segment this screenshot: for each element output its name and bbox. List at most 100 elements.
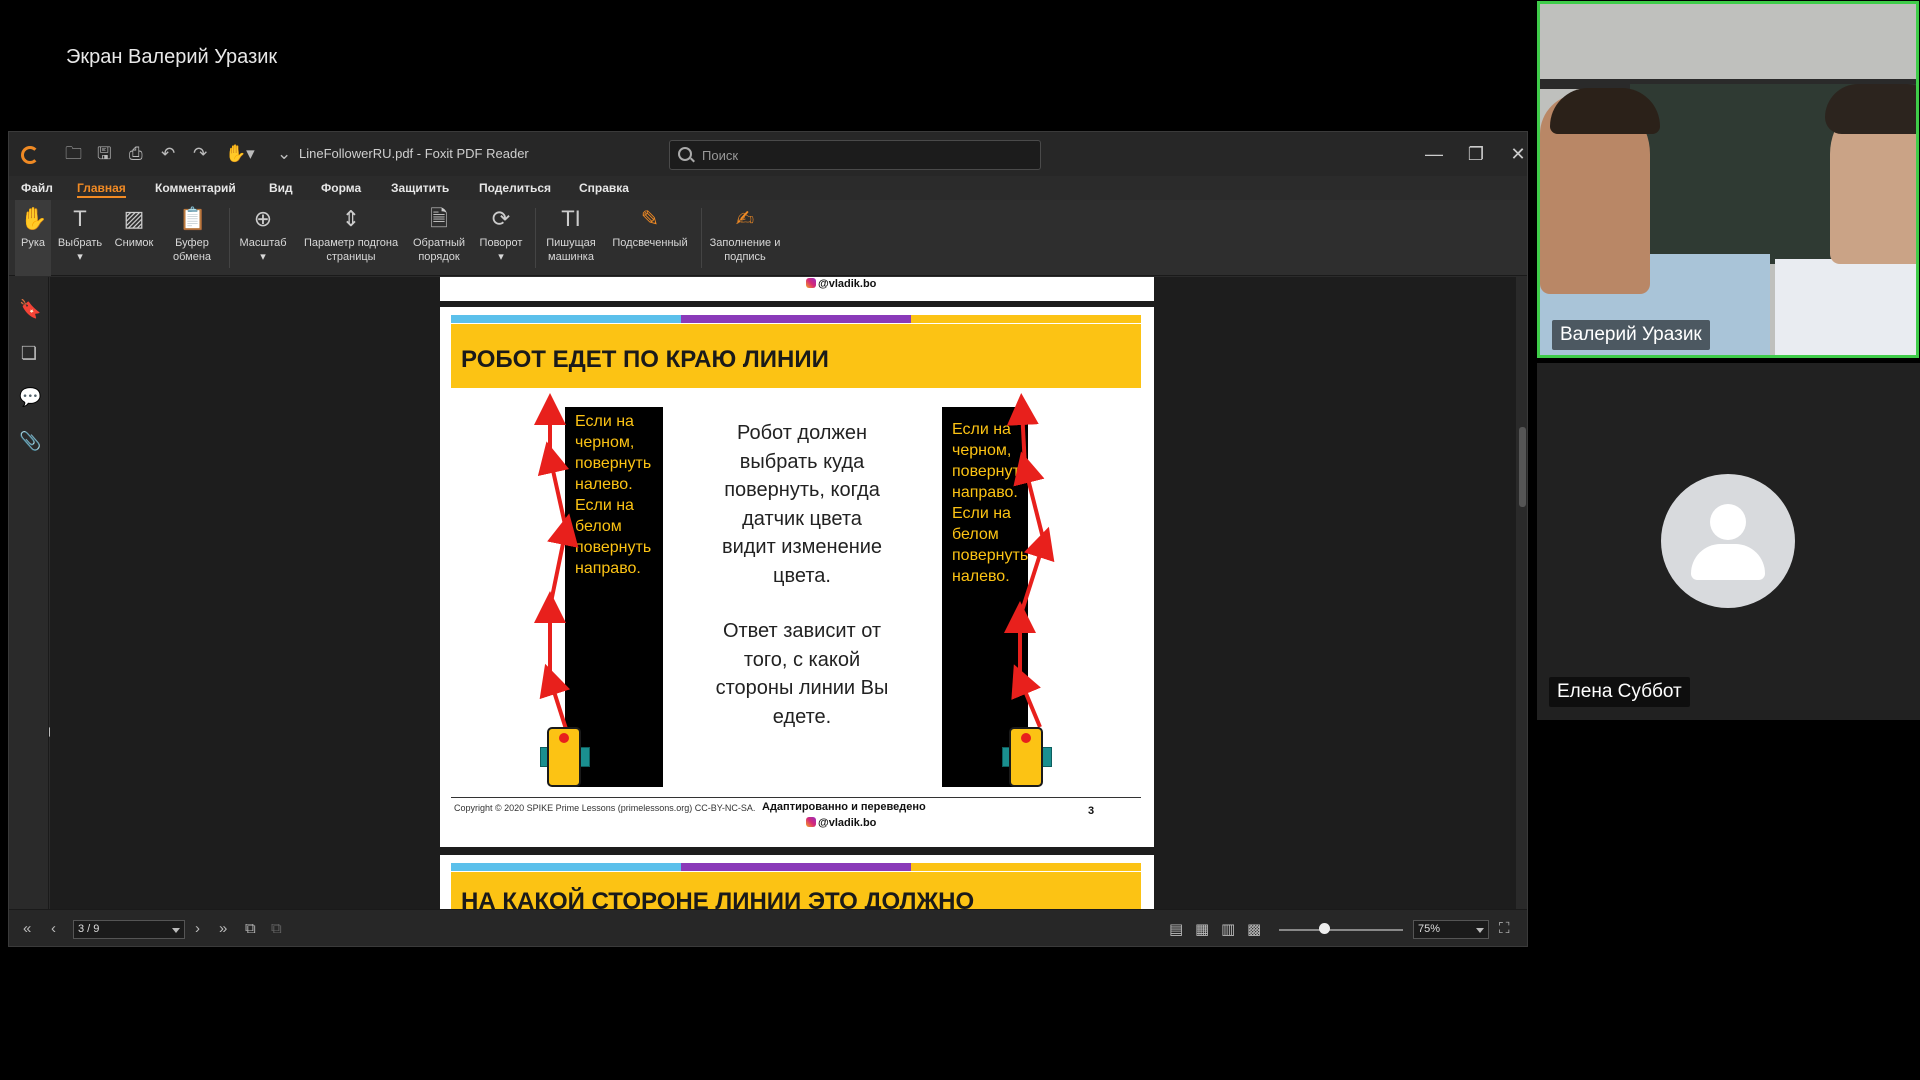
reverse-order-tool-button[interactable]: 🗎 Обратный порядок: [411, 200, 467, 276]
pages-icon[interactable]: ❏: [19, 343, 39, 365]
watermark-text: @vladik.bo: [806, 278, 876, 290]
typewriter-icon: TI: [561, 206, 581, 231]
document-view[interactable]: @vladik.bo РОБОТ ЕДЕТ ПО КРАЮ ЛИНИИ Если…: [50, 277, 1516, 909]
first-page-icon[interactable]: «: [23, 920, 31, 937]
print-icon[interactable]: ⎙: [129, 144, 143, 164]
customize-quick-access-icon[interactable]: ⌄: [277, 144, 291, 164]
menu-view[interactable]: Вид: [269, 181, 293, 195]
participant-video-tile[interactable]: Валерий Уразик: [1537, 1, 1919, 358]
snapshot-tool-button[interactable]: ▨ Снимок: [109, 200, 159, 276]
menu-file[interactable]: Файл: [21, 181, 53, 195]
page-number-field[interactable]: 3 / 9: [73, 920, 185, 939]
continuous-facing-view-icon[interactable]: ▩: [1247, 920, 1261, 938]
slide-page-number: 3: [1088, 805, 1095, 817]
highlight-icon: ✎: [640, 206, 660, 231]
copyright-text: Copyright © 2020 SPIKE Prime Lessons (pr…: [454, 803, 756, 813]
reverse-order-icon: 🗎: [430, 206, 448, 231]
close-button[interactable]: ✕: [1503, 140, 1527, 168]
redo-icon[interactable]: ↷: [193, 144, 207, 164]
next-slide-title: НА КАКОЙ СТОРОНЕ ЛИНИИ ЭТО ДОЛЖНО НАЧИНА…: [461, 888, 975, 909]
ribbon-toolbar: ✋ Рука T Выбрать ▾ ▨ Снимок 📋 Буфер обмен…: [9, 200, 1527, 276]
menu-protect[interactable]: Защитить: [391, 181, 449, 195]
zoom-slider[interactable]: [1279, 929, 1403, 931]
slide-page-3: РОБОТ ЕДЕТ ПО КРАЮ ЛИНИИ Если на черном,…: [440, 307, 1154, 847]
participant-name-tag: Валерий Уразик: [1552, 320, 1710, 350]
color-sensor-icon: [559, 733, 569, 743]
next-page-icon[interactable]: ›: [195, 920, 200, 937]
zoom-tool-button[interactable]: ⊕ Масштаб ▾: [235, 200, 291, 276]
highlight-tool-button[interactable]: ✎ Подсвеченный: [605, 200, 695, 276]
duplicate-page-icon[interactable]: ⧉: [271, 920, 282, 937]
color-sensor-icon: [1021, 733, 1031, 743]
slide-page-4: НА КАКОЙ СТОРОНЕ ЛИНИИ ЭТО ДОЛЖНО НАЧИНА…: [440, 855, 1154, 909]
menu-form[interactable]: Форма: [321, 181, 361, 195]
rotate-icon: ⟳: [491, 206, 511, 231]
screen-share-title: Экран Валерий Уразик: [66, 46, 278, 68]
fullscreen-icon[interactable]: ⛶: [1499, 920, 1510, 937]
hand-icon: ✋: [20, 206, 48, 231]
explanation-text: Робот должен выбрать куда повернуть, ког…: [721, 422, 883, 587]
navigation-panel: 🔖 ❏ 💬 📎: [9, 277, 49, 909]
menu-bar: Файл Главная Комментарий Вид Форма Защит…: [9, 176, 1527, 200]
user-silhouette-icon: [1710, 504, 1746, 540]
adapted-text: Адаптированно и переведено: [762, 801, 926, 813]
undo-icon[interactable]: ↶: [161, 144, 175, 164]
answer-text: Ответ зависит от того, с какой стороны л…: [715, 620, 889, 728]
comments-icon[interactable]: 💬: [19, 387, 41, 409]
menu-help[interactable]: Справка: [579, 181, 629, 195]
fit-page-icon: ⇕: [341, 206, 361, 231]
foxit-window: 🗀 🖫 ⎙ ↶ ↷ ✋▾ ⌄ LineFollowerRU.pdf - Foxi…: [8, 131, 1528, 947]
robot-wheel: [1042, 747, 1052, 767]
open-folder-icon[interactable]: 🗀: [65, 144, 82, 164]
bookmark-icon[interactable]: 🔖: [19, 299, 41, 321]
zoom-icon: ⊕: [253, 206, 273, 231]
title-bar: 🗀 🖫 ⎙ ↶ ↷ ✋▾ ⌄ LineFollowerRU.pdf - Foxi…: [9, 132, 1527, 176]
single-page-view-icon[interactable]: ▤: [1169, 920, 1183, 938]
zoom-slider-handle[interactable]: [1319, 923, 1330, 934]
robot-left: [547, 727, 581, 787]
scrollbar-thumb[interactable]: [1519, 427, 1526, 507]
previous-page-icon[interactable]: ‹: [51, 920, 56, 937]
select-text-icon: T: [73, 206, 87, 231]
foxit-logo-icon: [21, 146, 39, 164]
last-page-icon[interactable]: »: [219, 920, 227, 937]
search-input[interactable]: [702, 145, 1032, 165]
hand-dropdown-icon[interactable]: ✋▾: [225, 144, 255, 164]
watermark-text: @vladik.bo: [806, 817, 876, 829]
attachment-icon[interactable]: 📎: [19, 431, 41, 453]
clipboard-icon: 📋: [179, 206, 207, 231]
select-tool-button[interactable]: T Выбрать ▾: [55, 200, 105, 276]
footer-divider: [451, 797, 1141, 798]
fill-sign-tool-button[interactable]: ✍ Заполнение и подпись: [707, 200, 783, 276]
vertical-scrollbar[interactable]: [1516, 277, 1527, 909]
fit-page-tool-button[interactable]: ⇕ Параметр подгона страницы: [295, 200, 407, 276]
copy-page-icon[interactable]: ⧉: [245, 920, 256, 937]
avatar: [1661, 474, 1795, 608]
menu-share[interactable]: Поделиться: [479, 181, 551, 195]
restore-button[interactable]: ❐: [1461, 140, 1491, 168]
document-title: LineFollowerRU.pdf - Foxit PDF Reader: [299, 146, 529, 161]
instagram-icon: [806, 817, 816, 827]
left-arrow-path: [534, 393, 579, 730]
robot-wheel: [580, 747, 590, 767]
zoom-level-field[interactable]: 75%: [1413, 920, 1489, 939]
clipboard-tool-button[interactable]: 📋 Буфер обмена: [167, 200, 217, 276]
menu-comment[interactable]: Комментарий: [155, 181, 236, 195]
minimize-button[interactable]: —: [1419, 140, 1449, 168]
hand-tool-button[interactable]: ✋ Рука: [15, 200, 51, 276]
fill-sign-icon: ✍: [735, 206, 755, 231]
status-bar: « ‹ 3 / 9 › » ⧉ ⧉ ▤ ▦ ▥ ▩ 75% ⛶: [9, 909, 1527, 946]
save-icon[interactable]: 🖫: [97, 144, 111, 164]
search-icon: [678, 147, 692, 161]
slide-title-band: НА КАКОЙ СТОРОНЕ ЛИНИИ ЭТО ДОЛЖНО НАЧИНА…: [451, 872, 1141, 909]
color-stripes: [451, 863, 1141, 871]
menu-home[interactable]: Главная: [77, 181, 126, 198]
rotate-tool-button[interactable]: ⟳ Поворот ▾: [473, 200, 529, 276]
search-box[interactable]: [669, 140, 1041, 170]
participant-audio-tile[interactable]: Елена Суббот: [1537, 363, 1920, 720]
robot-right: [1009, 727, 1043, 787]
facing-view-icon[interactable]: ▥: [1221, 920, 1235, 938]
continuous-view-icon[interactable]: ▦: [1195, 920, 1209, 938]
instagram-icon: [806, 278, 816, 288]
typewriter-tool-button[interactable]: TI Пишущая машинка: [541, 200, 601, 276]
